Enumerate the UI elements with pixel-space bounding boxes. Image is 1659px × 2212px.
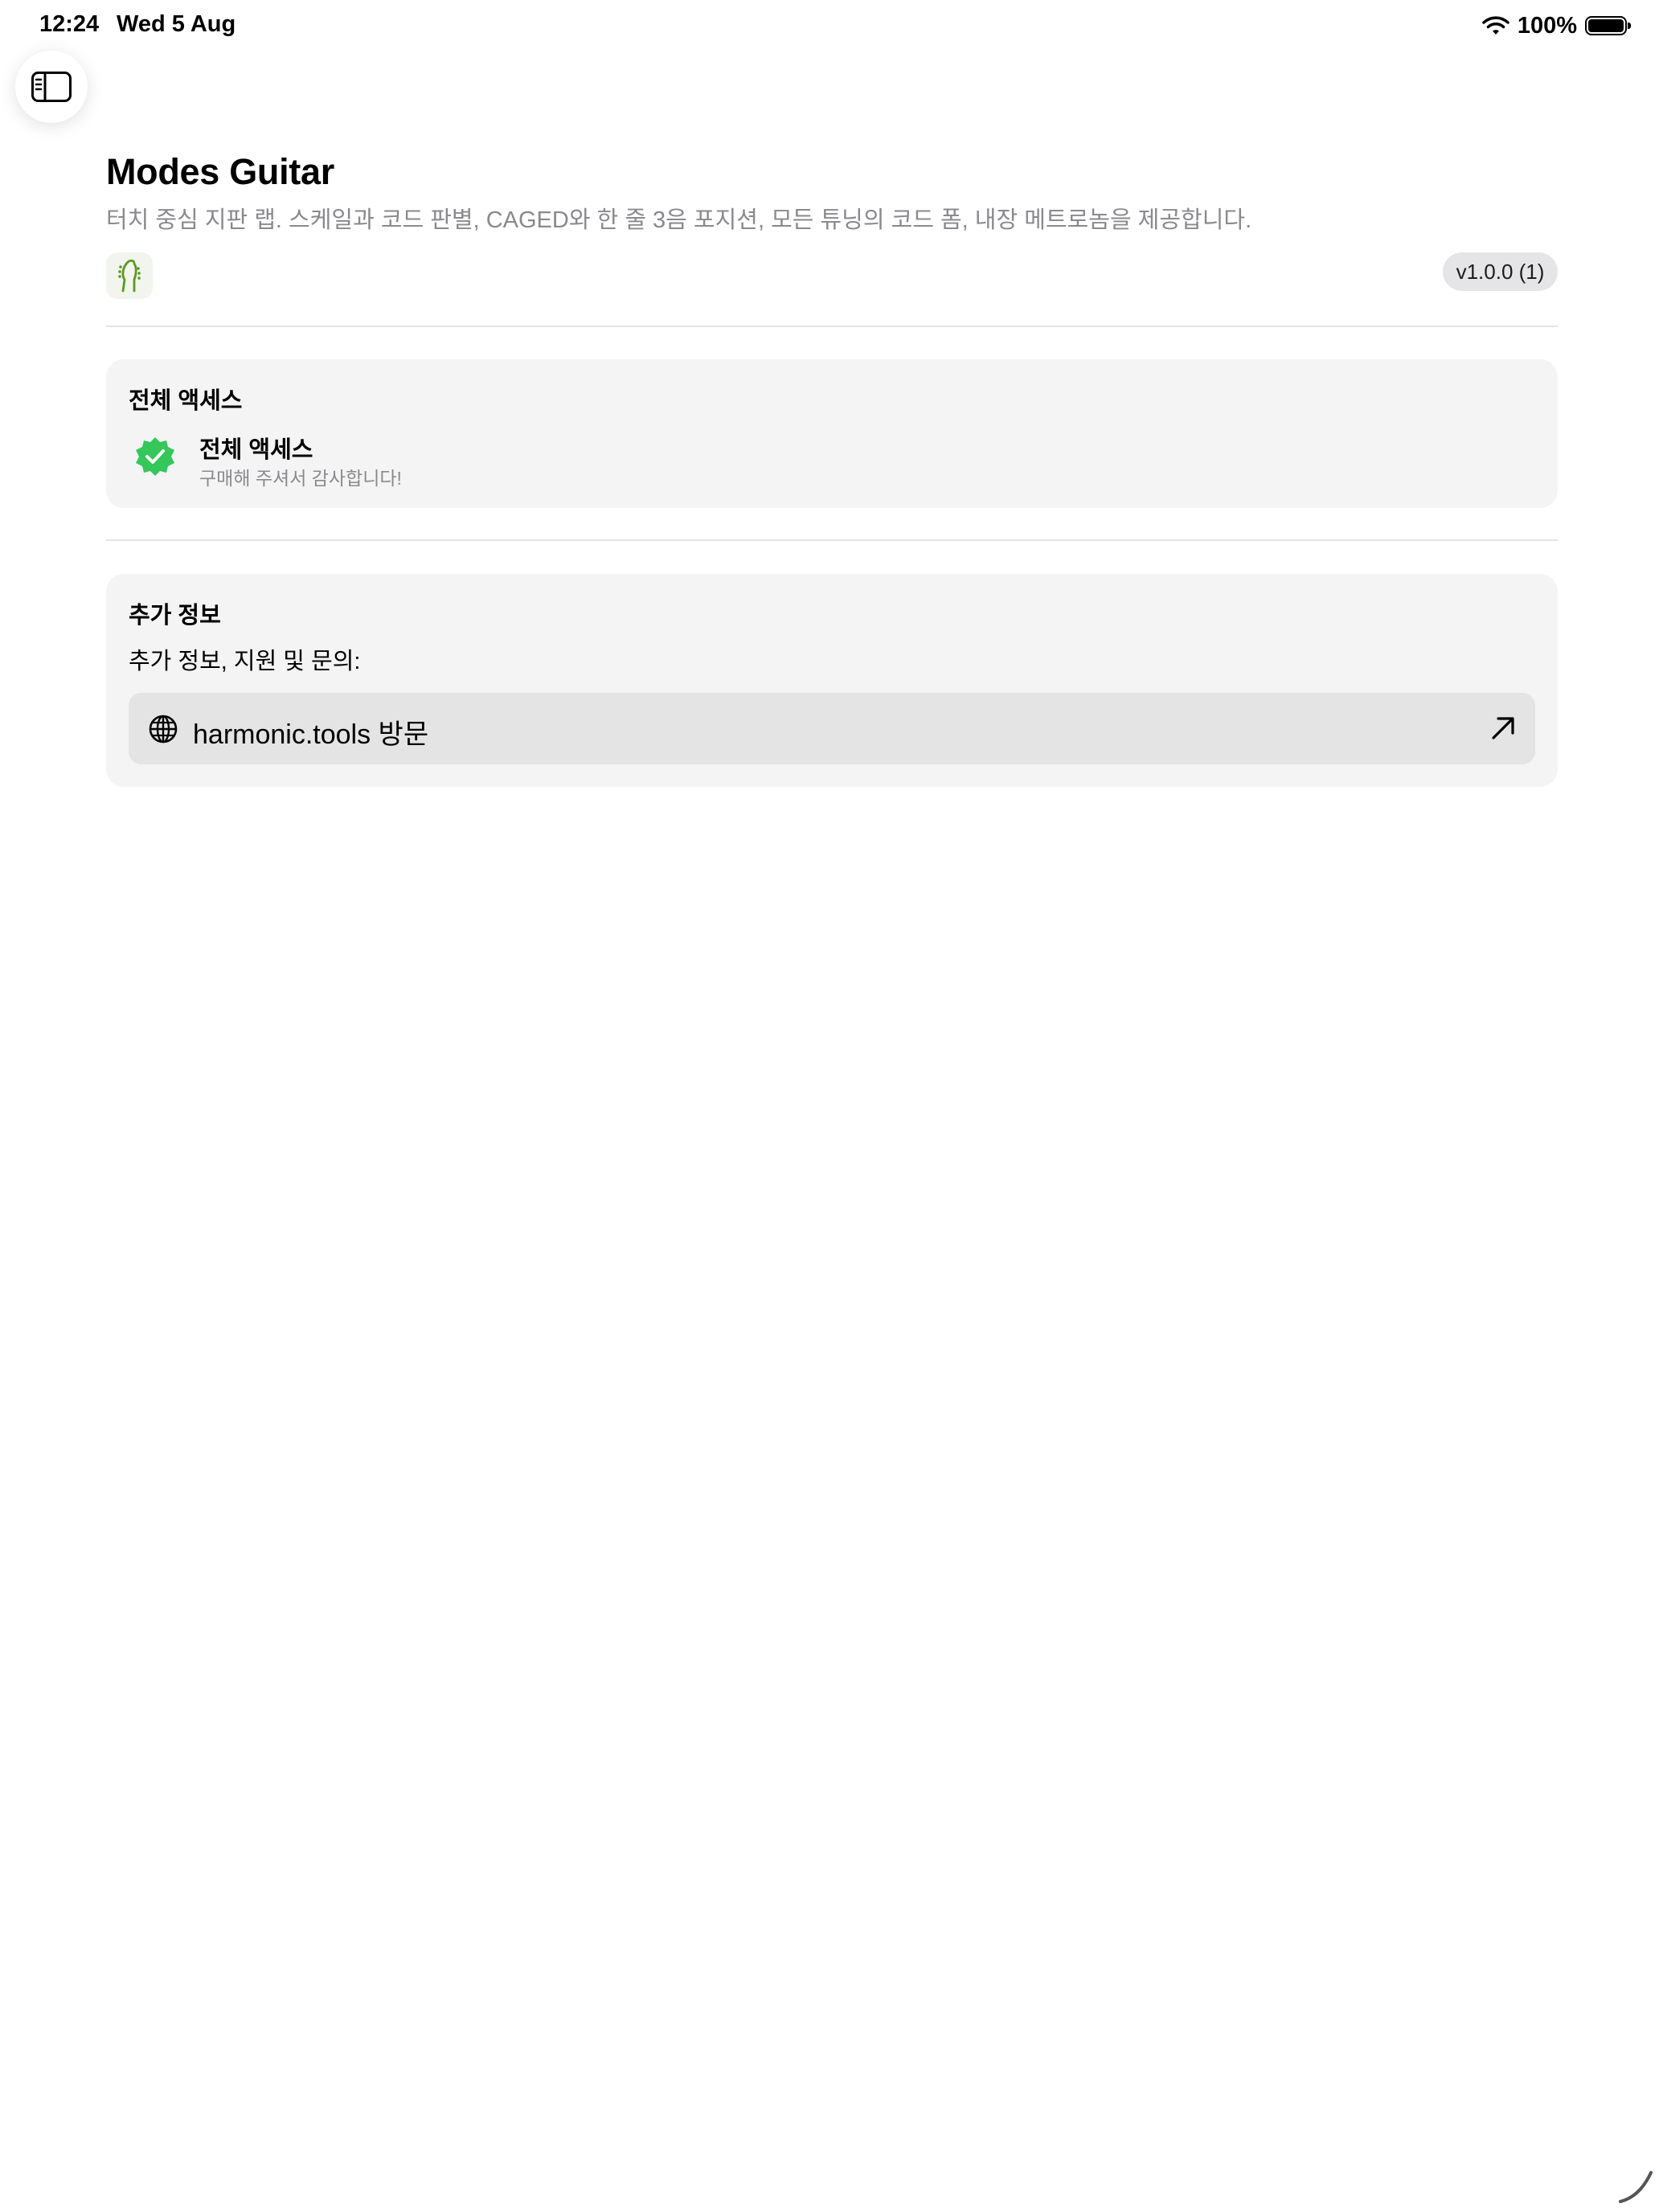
more-info-description: 추가 정보, 지원 및 문의: — [129, 649, 361, 674]
full-access-title: 전체 액세스 — [199, 437, 313, 463]
more-info-section-title: 추가 정보 — [129, 603, 221, 629]
full-access-card: 전체 액세스 전체 액세스 구매해 주셔서 감사합니다! — [106, 359, 1558, 508]
guitar-headstock-icon — [118, 259, 141, 293]
resize-handle-icon[interactable] — [1616, 2166, 1656, 2206]
visit-website-label: harmonic.tools 방문 — [193, 719, 429, 750]
sidebar-toggle-button[interactable] — [15, 51, 88, 123]
settings-page: 12:24 Wed 5 Aug 100% Modes Guitar 터치 중심 … — [0, 0, 1659, 2212]
full-access-section-title: 전체 액세스 — [129, 388, 243, 414]
divider — [106, 326, 1558, 327]
battery-percentage: 100% — [1517, 12, 1577, 39]
sidebar-left-icon — [31, 72, 72, 102]
more-info-card: 추가 정보 추가 정보, 지원 및 문의: harmonic.tools 방문 — [106, 574, 1558, 787]
version-badge: v1.0.0 (1) — [1443, 252, 1558, 291]
status-right-group: 100% — [1482, 10, 1631, 42]
wifi-icon — [1482, 16, 1509, 35]
status-bar: 12:24 Wed 5 Aug 100% — [0, 0, 1659, 53]
page-subtitle: 터치 중심 지판 랩. 스케일과 코드 판별, CAGED와 한 줄 3음 포지… — [106, 207, 1252, 233]
status-time: 12:24 — [39, 11, 100, 37]
divider — [106, 539, 1558, 541]
globe-icon — [149, 715, 178, 743]
battery-icon — [1585, 16, 1631, 35]
visit-website-link[interactable]: harmonic.tools 방문 — [129, 693, 1535, 764]
page-title: Modes Guitar — [106, 151, 334, 192]
full-access-subtitle: 구매해 주셔서 감사합니다! — [199, 468, 402, 489]
status-date: Wed 5 Aug — [117, 11, 236, 37]
checkmark-seal-icon — [136, 437, 174, 476]
app-icon — [106, 252, 153, 299]
arrow-up-right-icon — [1492, 717, 1514, 739]
